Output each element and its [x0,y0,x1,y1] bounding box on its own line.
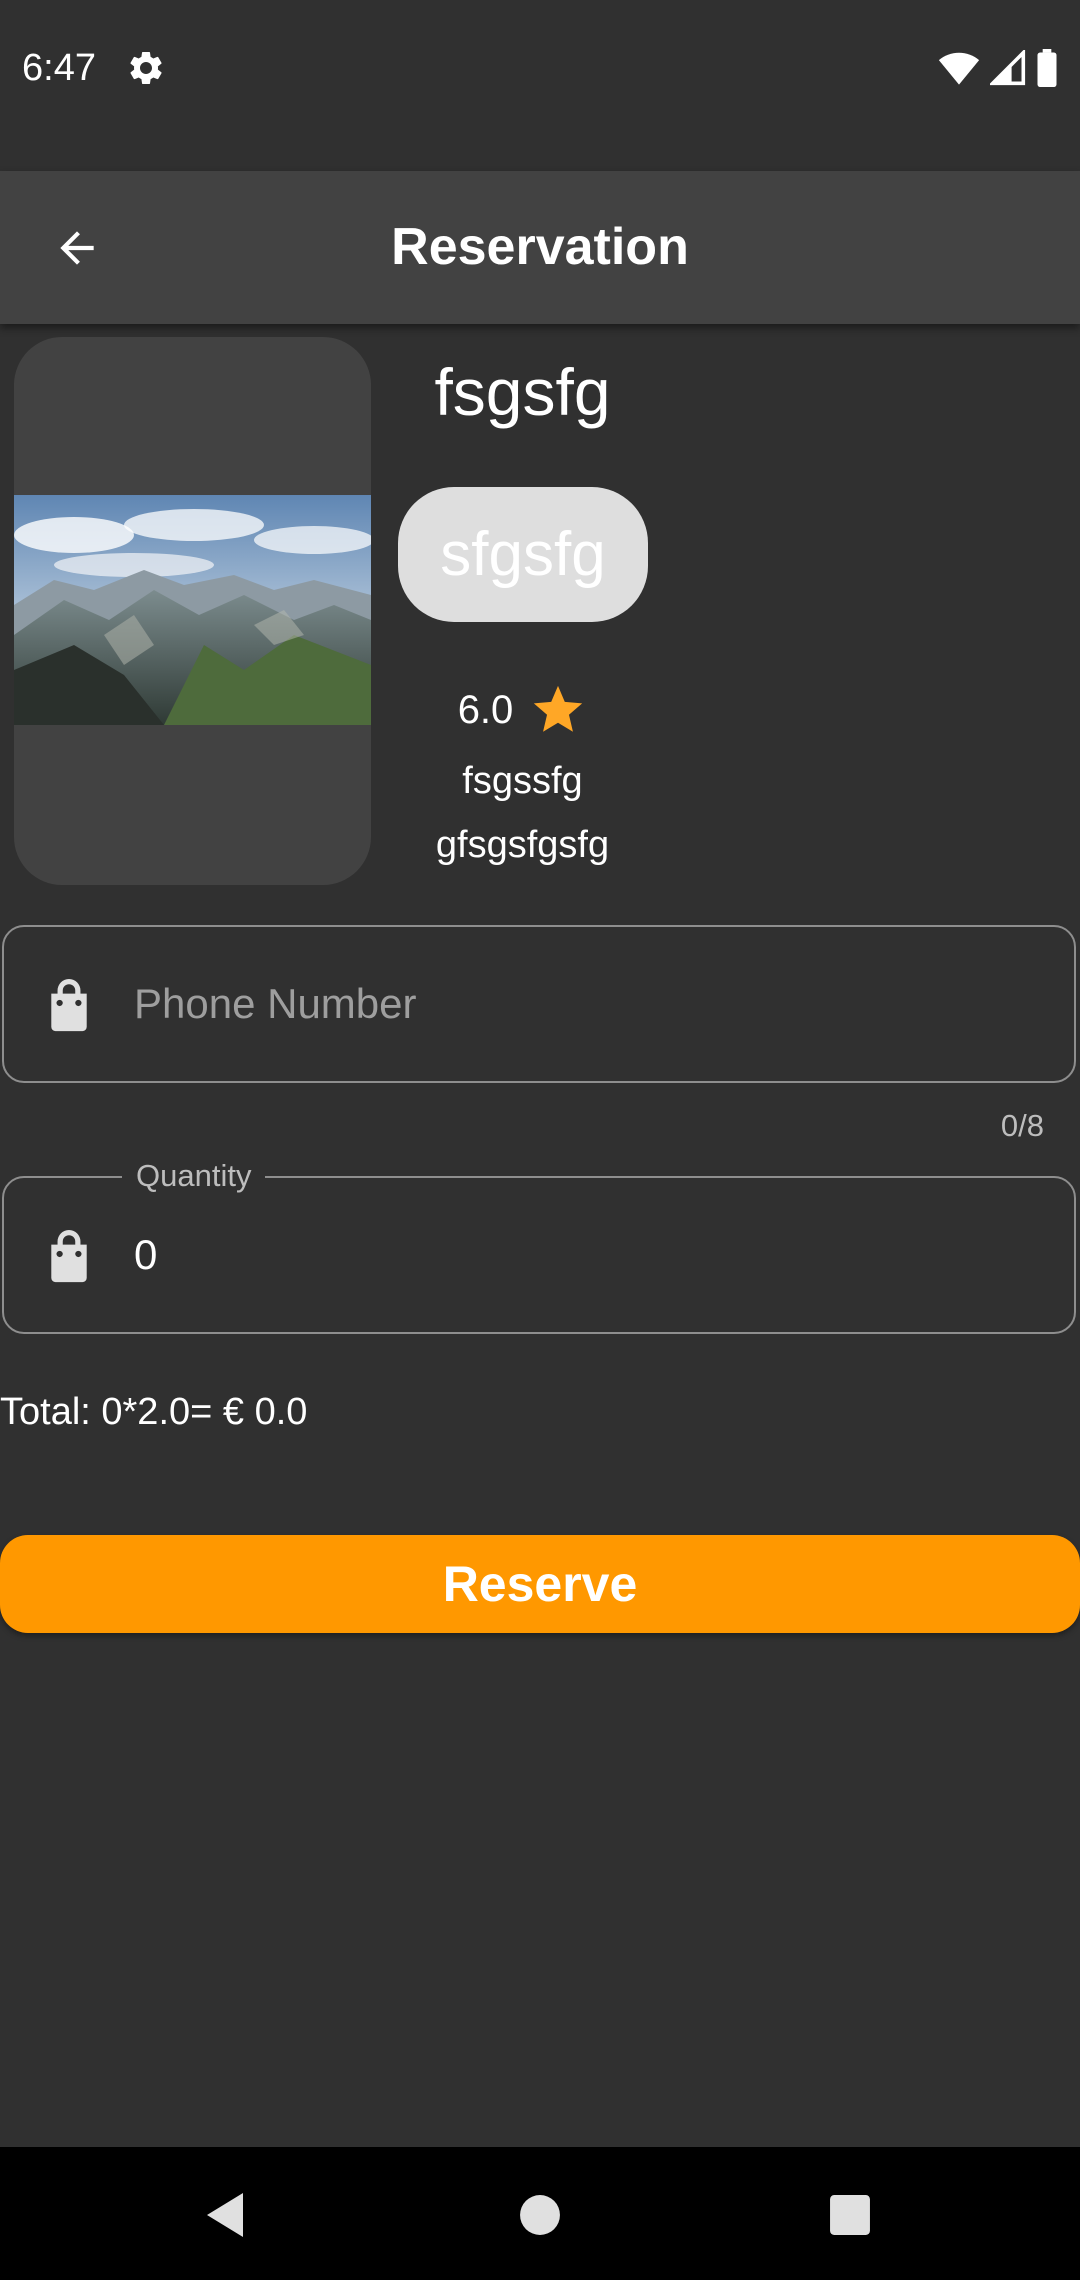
rating-value: 6.0 [457,687,514,732]
phone-number-field[interactable]: Phone Number [2,925,1076,1083]
description-line-1: fsgssfg [462,760,583,802]
battery-icon [1037,49,1057,87]
product-image-card [14,337,371,885]
shopping-bag-icon [51,979,87,1032]
product-name: fsgsfg [434,355,611,429]
nav-back-button[interactable] [185,2175,265,2255]
nav-recents-button[interactable] [810,2175,890,2255]
wifi-icon [938,52,980,85]
nav-home-button[interactable] [500,2175,580,2255]
reservation-screen: 6:47 Reservation fsgsfg sfgsfg 6.0 fsgss… [0,0,1080,2280]
phone-number-placeholder: Phone Number [134,980,417,1027]
recents-square-icon [830,2195,870,2235]
product-image [14,495,371,725]
description-line-2: gfsgsfgsfg [435,824,610,866]
reserve-button[interactable]: Reserve [0,1535,1080,1633]
star-icon [534,685,583,732]
quantity-value: 0 [134,1231,158,1278]
gear-icon [130,51,162,84]
quantity-field[interactable]: Quantity 0 [2,1156,1076,1334]
category-chip[interactable]: sfgsfg [398,487,648,622]
system-nav-bar [0,2147,1080,2280]
page-title: Reservation [391,218,689,276]
back-triangle-icon [207,2193,243,2237]
status-icons [938,48,1058,88]
total-text: Total: 0*2.0= € 0.0 [0,1391,308,1433]
home-circle-icon [520,2195,560,2235]
category-label: sfgsfg [440,520,606,589]
rating-row: 6.0 [400,680,645,740]
status-bar: 6:47 [0,0,1080,171]
app-bar: Reservation [0,171,1080,324]
signal-icon [990,50,1026,86]
shopping-bag-icon [51,1230,87,1283]
phone-character-counter: 0/8 [1000,1108,1044,1143]
status-time: 6:47 [22,47,96,89]
